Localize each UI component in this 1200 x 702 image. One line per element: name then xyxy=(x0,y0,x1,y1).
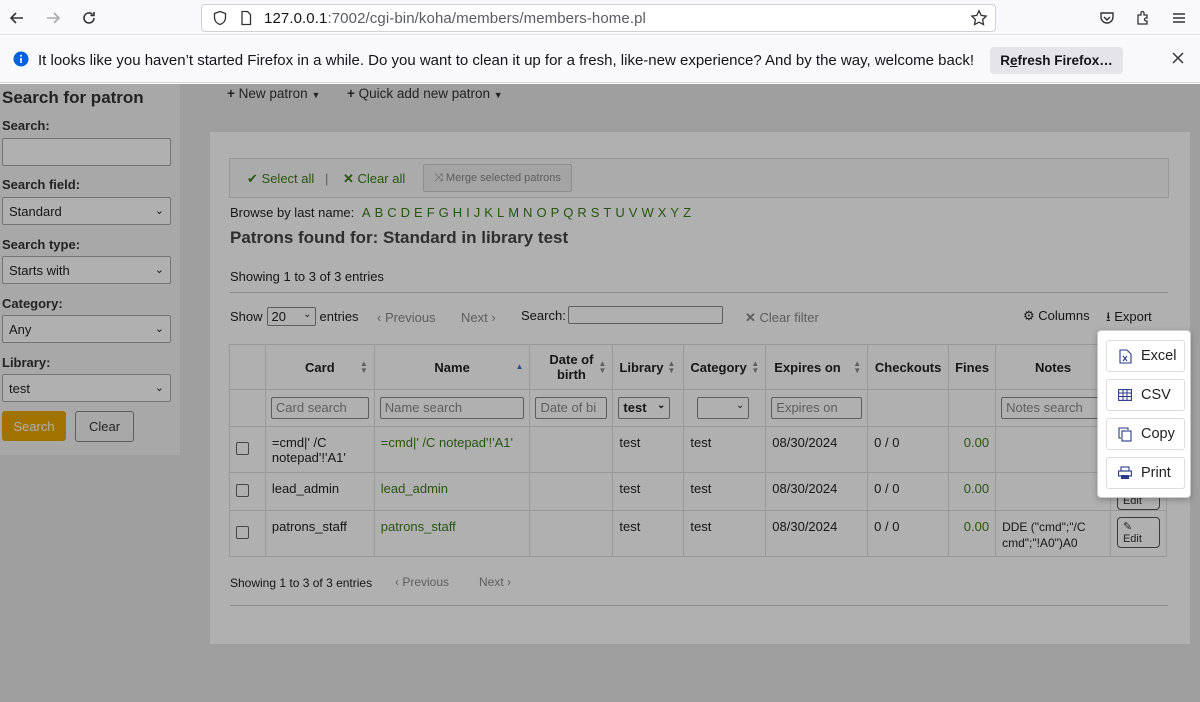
extensions-icon[interactable] xyxy=(1131,6,1155,30)
copy-icon xyxy=(1117,426,1133,442)
info-icon xyxy=(13,51,29,70)
modal-backdrop[interactable] xyxy=(0,84,1200,702)
menu-icon[interactable] xyxy=(1167,6,1191,30)
table-icon xyxy=(1117,387,1133,403)
export-menu: Excel CSV Copy Print xyxy=(1097,330,1191,498)
printer-icon xyxy=(1117,465,1133,481)
close-icon[interactable] xyxy=(1171,51,1185,68)
shield-icon[interactable] xyxy=(212,10,228,29)
excel-file-icon xyxy=(1117,348,1133,364)
url-text: 127.0.0.1:7002/cgi-bin/koha/members/memb… xyxy=(264,10,646,27)
browser-toolbar: 127.0.0.1:7002/cgi-bin/koha/members/memb… xyxy=(0,0,1200,35)
forward-icon[interactable] xyxy=(41,6,65,30)
reload-icon[interactable] xyxy=(77,6,101,30)
page-info-icon[interactable] xyxy=(238,10,254,29)
refresh-firefox-button[interactable]: Re fresh Firefox… xyxy=(990,47,1123,74)
export-excel-option[interactable]: Excel xyxy=(1106,340,1185,372)
export-print-option[interactable]: Print xyxy=(1106,457,1185,489)
url-bar[interactable]: 127.0.0.1:7002/cgi-bin/koha/members/memb… xyxy=(201,4,996,32)
export-csv-option[interactable]: CSV xyxy=(1106,379,1185,411)
export-copy-option[interactable]: Copy xyxy=(1106,418,1185,450)
pocket-icon[interactable] xyxy=(1095,6,1119,30)
bookmark-star-icon[interactable] xyxy=(970,9,988,30)
notification-bar: It looks like you haven’t started Firefo… xyxy=(0,36,1200,83)
back-icon[interactable] xyxy=(5,6,29,30)
notification-text: It looks like you haven’t started Firefo… xyxy=(38,52,975,69)
